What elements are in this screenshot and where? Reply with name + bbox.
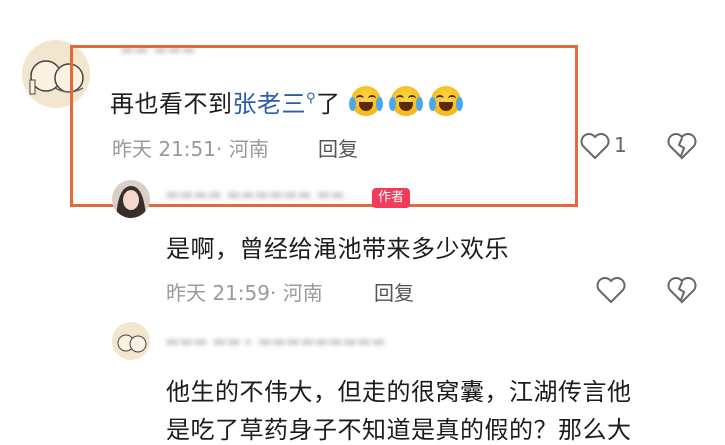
- reply-button[interactable]: 回复: [318, 133, 358, 162]
- broken-heart-icon: [667, 133, 697, 164]
- heart-icon: [596, 277, 626, 308]
- topic-link[interactable]: 张老三: [233, 90, 307, 118]
- crying-laughing-icon: [428, 86, 463, 116]
- reply-button[interactable]: 回复: [374, 277, 414, 306]
- avatar[interactable]: [112, 180, 150, 218]
- commenter-name[interactable]: ▬▬▬ ▬▬ ▸ ▬▬▬▬▬▬▬▬▬: [165, 332, 385, 350]
- highlight-box: [70, 45, 578, 207]
- like-button[interactable]: [596, 276, 626, 308]
- like-count: 1: [614, 133, 627, 157]
- reply-meta: 昨天 21:59· 河南: [166, 281, 323, 305]
- comment-text-line1: 他生的不伟大，但走的很窝囊，江湖传言他: [166, 378, 632, 406]
- comment-text: 再也看不到张老三⚲了: [110, 84, 463, 119]
- heart-icon: [580, 133, 610, 164]
- comment-text-prefix: 再也看不到: [110, 90, 233, 118]
- reply-text: 是啊，曾经给渑池带来多少欢乐: [166, 235, 509, 263]
- search-icon[interactable]: ⚲: [306, 91, 316, 106]
- comment-meta: 昨天 21:51· 河南: [112, 137, 269, 161]
- crying-laughing-icon: [348, 86, 383, 116]
- comment-text-line2: 是吃了草药身子不知道是真的假的？那么大: [166, 416, 632, 444]
- crying-laughing-icon: [388, 86, 423, 116]
- dislike-button[interactable]: [667, 132, 697, 164]
- dislike-button[interactable]: [667, 276, 697, 308]
- commenter-name[interactable]: ▬▬▬▬ ▬▬▬▬▬▬ ▬▬: [165, 185, 345, 203]
- broken-heart-icon: [667, 277, 697, 308]
- like-button[interactable]: [580, 132, 610, 164]
- avatar[interactable]: [112, 322, 150, 360]
- author-badge: 作者: [372, 188, 411, 208]
- comment-text-suffix: 了: [316, 90, 341, 118]
